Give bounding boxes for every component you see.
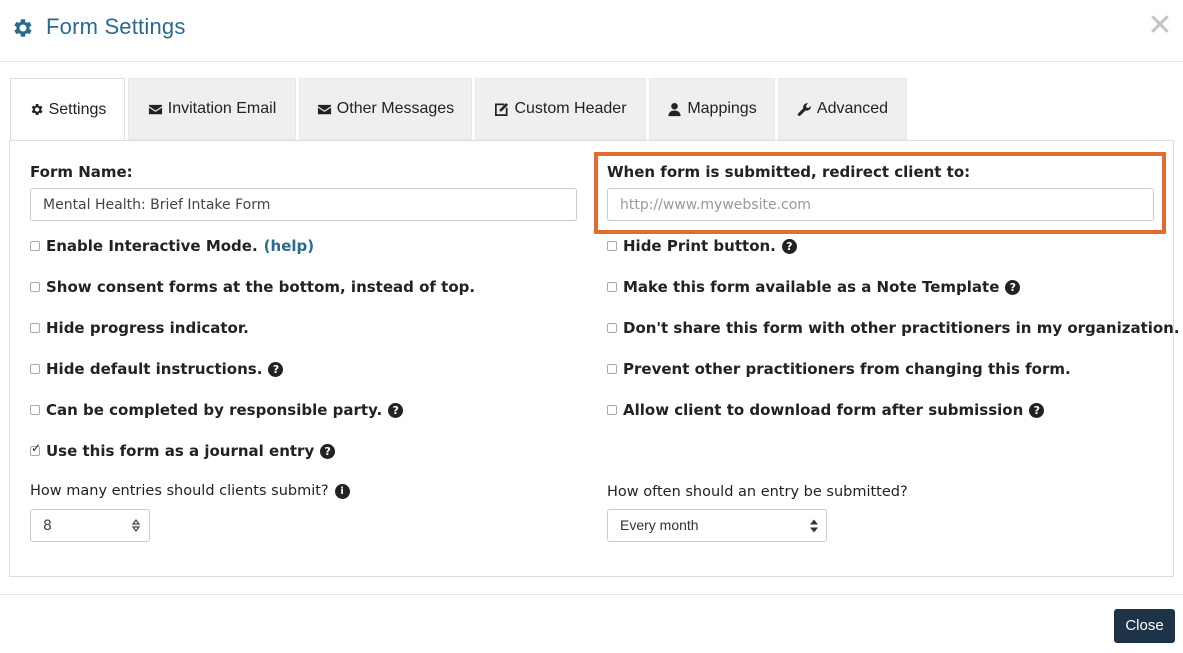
- option-label: Don't share this form with other practit…: [623, 319, 1180, 337]
- redirect-label: When form is submitted, redirect client …: [607, 163, 971, 181]
- redirect-url-input[interactable]: [607, 188, 1154, 221]
- frequency-label: How often should an entry be submitted?: [607, 484, 908, 500]
- entries-label: How many entries should clients submit?: [30, 483, 329, 499]
- help-link[interactable]: (help): [264, 237, 314, 255]
- gear-icon: [14, 19, 32, 37]
- info-circle-icon[interactable]: i: [334, 483, 350, 499]
- entries-stepper[interactable]: [30, 509, 150, 542]
- checkbox[interactable]: [30, 241, 40, 251]
- close-icon[interactable]: ✕: [1147, 10, 1173, 42]
- option-note-template[interactable]: Make this form available as a Note Templ…: [607, 278, 1021, 296]
- dialog-title: Form Settings: [46, 14, 186, 39]
- option-label: Show consent forms at the bottom, instea…: [46, 278, 476, 296]
- question-circle-icon[interactable]: ?: [320, 443, 336, 459]
- dialog-header: Form Settings ✕: [0, 0, 1183, 62]
- question-circle-icon[interactable]: ?: [268, 361, 284, 377]
- checkbox[interactable]: [30, 282, 40, 292]
- tab-settings[interactable]: Settings: [10, 78, 125, 141]
- option-enable-interactive-mode[interactable]: Enable Interactive Mode. (help): [30, 237, 314, 255]
- wrench-icon: [797, 102, 811, 116]
- option-allow-download[interactable]: Allow client to download form after subm…: [607, 401, 1045, 419]
- envelope-icon: [317, 104, 331, 114]
- tab-mappings[interactable]: Mappings: [649, 78, 775, 140]
- spinner-arrows-icon[interactable]: [131, 518, 141, 533]
- option-responsible-party[interactable]: Can be completed by responsible party. ?: [30, 401, 404, 419]
- tab-label: Mappings: [687, 100, 757, 117]
- option-consent-forms-bottom[interactable]: Show consent forms at the bottom, instea…: [30, 278, 475, 296]
- checkbox[interactable]: [607, 405, 617, 415]
- question-circle-icon[interactable]: ?: [1029, 402, 1045, 418]
- entries-label-row: How many entries should clients submit? …: [30, 483, 350, 499]
- option-dont-share[interactable]: Don't share this form with other practit…: [607, 319, 1180, 337]
- option-label: Use this form as a journal entry: [46, 442, 315, 460]
- frequency-selected-value: Every month: [620, 517, 699, 533]
- form-name-label: Form Name:: [30, 163, 133, 181]
- option-label: Hide progress indicator.: [46, 319, 249, 337]
- tab-label: Other Messages: [336, 100, 455, 117]
- option-hide-default-instructions[interactable]: Hide default instructions. ?: [30, 360, 284, 378]
- tab-invitation-email[interactable]: Invitation Email: [128, 78, 296, 140]
- question-circle-icon[interactable]: ?: [1005, 279, 1021, 295]
- tab-label: Invitation Email: [167, 100, 277, 117]
- tab-label: Custom Header: [514, 100, 627, 117]
- question-circle-icon[interactable]: ?: [388, 402, 404, 418]
- footer-divider: [0, 594, 1183, 595]
- checkbox[interactable]: [607, 364, 617, 374]
- checkbox[interactable]: [30, 405, 40, 415]
- select-arrows-icon: [810, 519, 818, 533]
- gear-icon: [31, 104, 43, 115]
- checkbox[interactable]: [30, 364, 40, 374]
- checkbox-checked[interactable]: [30, 441, 41, 456]
- user-icon: [668, 102, 681, 116]
- edit-icon: [495, 102, 509, 116]
- close-button[interactable]: Close: [1114, 609, 1175, 643]
- checkbox[interactable]: [607, 282, 617, 292]
- option-hide-print-button[interactable]: Hide Print button. ?: [607, 237, 797, 255]
- frequency-select[interactable]: Every month: [607, 509, 827, 542]
- option-label: Hide default instructions.: [46, 360, 263, 378]
- option-label: Can be completed by responsible party.: [46, 401, 383, 419]
- tab-other-messages[interactable]: Other Messages: [299, 78, 472, 140]
- option-label: Enable Interactive Mode.: [46, 237, 258, 255]
- envelope-icon: [148, 104, 162, 114]
- checkbox[interactable]: [607, 323, 617, 333]
- option-prevent-changes[interactable]: Prevent other practitioners from changin…: [607, 360, 1071, 378]
- tab-label: Advanced: [816, 100, 889, 117]
- option-label: Hide Print button.: [623, 237, 776, 255]
- checkbox[interactable]: [607, 241, 617, 251]
- tab-advanced[interactable]: Advanced: [778, 78, 907, 140]
- option-journal-entry[interactable]: Use this form as a journal entry ?: [30, 441, 336, 460]
- question-circle-icon[interactable]: ?: [781, 238, 797, 254]
- checkbox[interactable]: [30, 323, 40, 333]
- option-hide-progress-indicator[interactable]: Hide progress indicator.: [30, 319, 249, 337]
- form-name-input[interactable]: [30, 188, 577, 221]
- tab-label: Settings: [48, 100, 107, 118]
- option-label: Allow client to download form after subm…: [623, 401, 1024, 419]
- option-label: Prevent other practitioners from changin…: [623, 360, 1071, 378]
- tab-custom-header[interactable]: Custom Header: [475, 78, 646, 140]
- option-label: Make this form available as a Note Templ…: [623, 278, 1000, 296]
